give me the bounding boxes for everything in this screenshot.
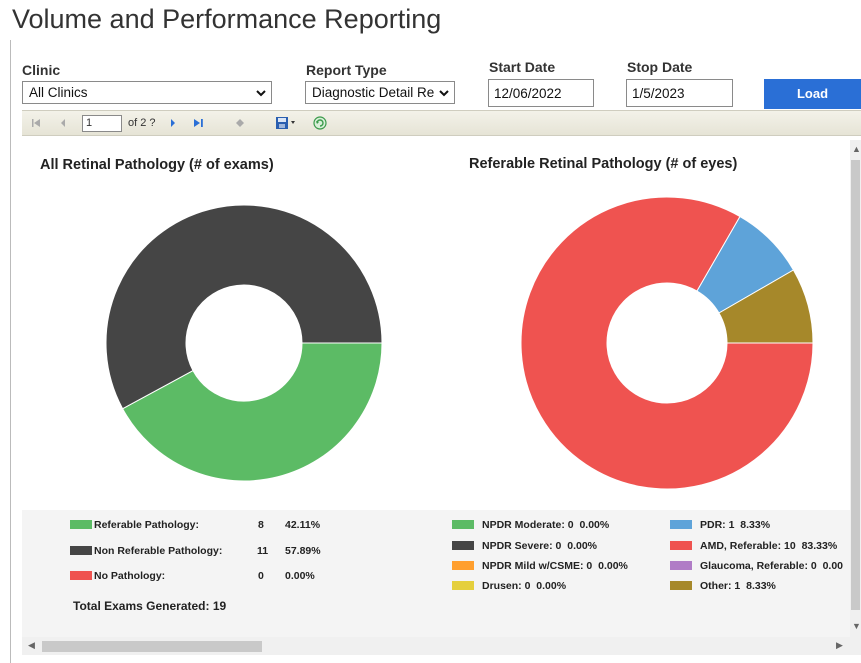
start-date-input[interactable]: 12/06/2022 [488,79,594,107]
legend-swatch [452,541,474,550]
report-type-label: Report Type [306,62,387,78]
total-exams-text: Total Exams Generated: 19 [73,599,227,613]
legend-item: PDR: 1 8.33% [670,519,850,533]
legend-swatch [70,520,92,529]
legend-label-value: Other: 1 8.33% [700,580,776,592]
legend-label-value: AMD, Referable: 10 83.33% [700,540,838,552]
chevron-down-icon [439,90,449,97]
report-toolbar: 1 of 2 ? [22,110,861,136]
legend-item: Non Referable Pathology: 11 57.89% [70,545,360,559]
refresh-icon[interactable] [313,111,327,135]
legend-swatch [452,581,474,590]
scroll-up-icon[interactable]: ▲ [852,144,861,154]
legend-area: Referable Pathology: 8 42.11% Non Refera… [22,510,850,637]
legend-item: Referable Pathology: 8 42.11% [70,519,360,533]
legend-swatch [670,561,692,570]
chevron-down-icon [256,90,266,97]
legend-label: No Pathology: [94,570,166,582]
legend-swatch [670,520,692,529]
legend-swatch [452,561,474,570]
legend-label-value: NPDR Moderate: 0 0.00% [482,519,610,531]
referable-pathology-donut-chart [520,196,814,490]
last-page-icon[interactable] [192,111,206,135]
scroll-left-icon[interactable]: ◀ [28,640,35,651]
export-icon[interactable] [275,111,297,135]
legend-swatch [670,541,692,550]
legend-swatch [70,571,92,580]
clinic-label: Clinic [22,62,61,78]
legend-item: NPDR Severe: 0 0.00% [452,540,652,554]
stop-date-input[interactable]: 1/5/2023 [626,79,733,107]
previous-page-icon[interactable] [58,111,68,135]
back-icon[interactable] [234,111,246,135]
legend-value: 0 [258,570,264,582]
report-type-select-value: Diagnostic Detail Re [312,85,435,100]
legend-label-value: NPDR Mild w/CSME: 0 0.00% [482,560,628,572]
chart-title-referable-pathology: Referable Retinal Pathology (# of eyes) [469,156,738,172]
all-pathology-donut-chart [105,204,383,482]
legend-item: Drusen: 0 0.00% [452,580,652,594]
scroll-down-icon[interactable]: ▼ [852,621,861,631]
chart-area: All Retinal Pathology (# of exams) Refer… [22,140,850,510]
legend-item: No Pathology: 0 0.00% [70,570,360,584]
first-page-icon[interactable] [30,111,42,135]
start-date-label: Start Date [489,59,556,75]
legend-item: AMD, Referable: 10 83.33% [670,540,850,554]
legend-label-value: Glaucoma, Referable: 0 0.00 [700,560,843,572]
legend-item: NPDR Mild w/CSME: 0 0.00% [452,560,662,574]
scroll-right-icon[interactable]: ▶ [836,640,843,651]
legend-item: NPDR Moderate: 0 0.00% [452,519,652,533]
legend-label-value: PDR: 1 8.33% [700,519,771,531]
clinic-select-value: All Clinics [29,85,88,100]
load-button[interactable]: Load [764,79,861,109]
legend-percent: 57.89% [285,545,321,557]
legend-label-value: NPDR Severe: 0 0.00% [482,540,598,552]
horizontal-scrollbar[interactable]: ◀ ▶ [22,637,861,655]
legend-percent: 0.00% [285,570,315,582]
clinic-select[interactable]: All Clinics [22,81,272,104]
legend-item: Glaucoma, Referable: 0 0.00 [670,560,850,574]
report-viewer: All Retinal Pathology (# of exams) Refer… [22,140,850,637]
page-number-input[interactable]: 1 [82,115,122,132]
chart-title-all-pathology: All Retinal Pathology (# of exams) [40,157,274,173]
legend-label-value: Drusen: 0 0.00% [482,580,567,592]
legend-percent: 42.11% [285,519,321,531]
legend-swatch [452,520,474,529]
horizontal-scroll-thumb[interactable] [42,641,262,652]
vertical-scroll-thumb[interactable] [851,160,860,610]
legend-swatch [670,581,692,590]
legend-label: Non Referable Pathology: [94,545,223,557]
left-border [10,40,11,663]
page-title: Volume and Performance Reporting [12,4,442,34]
legend-value: 11 [257,545,269,557]
vertical-scrollbar[interactable]: ▲ ▼ [850,140,861,637]
legend-value: 8 [258,519,264,531]
stop-date-label: Stop Date [627,59,693,75]
report-type-select[interactable]: Diagnostic Detail Re [305,81,455,104]
legend-swatch [70,546,92,555]
next-page-icon[interactable] [168,111,178,135]
legend-item: Other: 1 8.33% [670,580,850,594]
legend-label: Referable Pathology: [94,519,200,531]
page-count: of 2 ? [128,117,156,129]
